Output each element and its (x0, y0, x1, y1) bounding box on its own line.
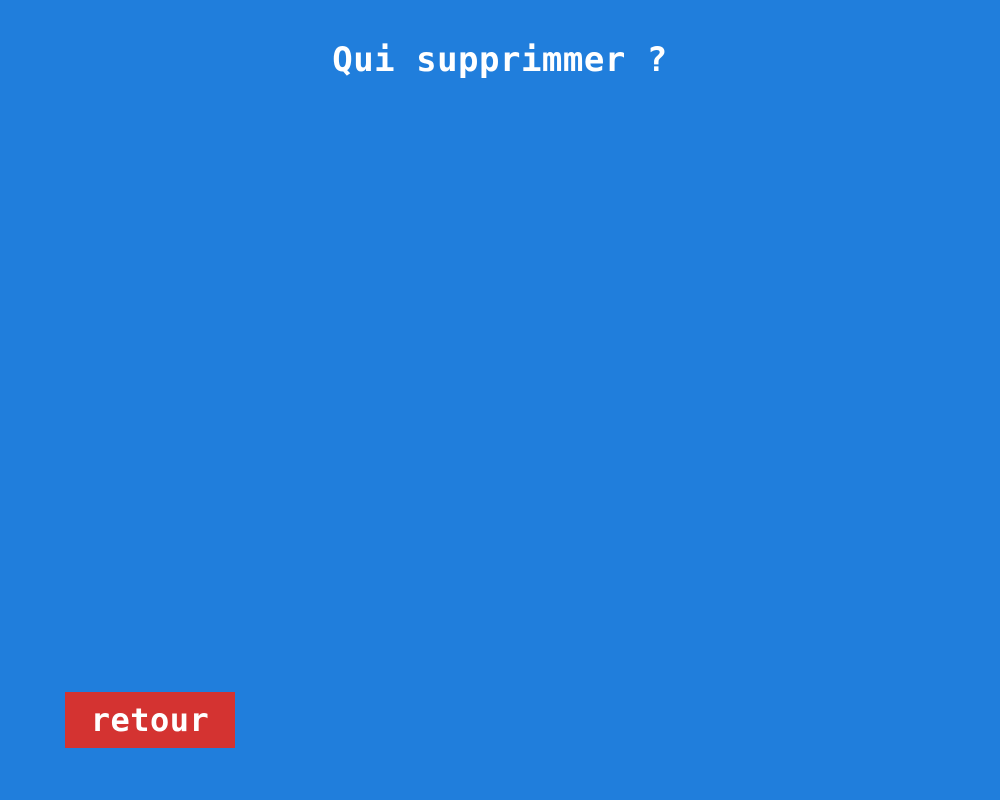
back-button[interactable]: retour (65, 692, 235, 748)
delete-selection-screen: Qui supprimmer ? retour (0, 0, 1000, 800)
page-title: Qui supprimmer ? (332, 40, 668, 80)
